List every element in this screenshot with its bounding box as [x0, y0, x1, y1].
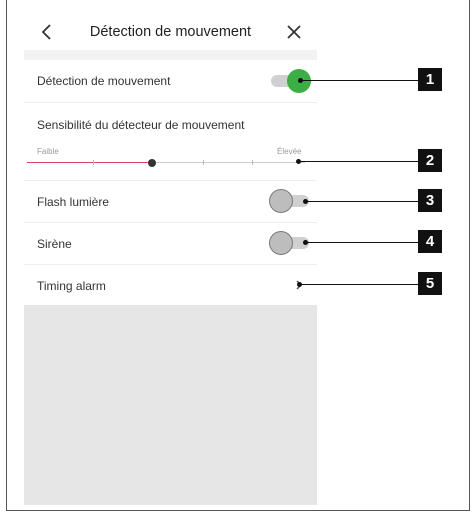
- timing-alarm-label: Timing alarm: [37, 279, 106, 293]
- toggle-knob: [269, 231, 293, 255]
- slider-thumb[interactable]: [148, 158, 157, 167]
- siren-row: Sirène: [24, 222, 317, 265]
- callout-badge-4: 4: [418, 230, 442, 253]
- flash-light-row: Flash lumière: [24, 180, 317, 223]
- flash-light-label: Flash lumière: [37, 195, 110, 209]
- callout-line: [300, 80, 418, 81]
- close-icon[interactable]: [283, 21, 305, 43]
- timing-alarm-row[interactable]: Timing alarm: [24, 264, 317, 305]
- motion-detection-label: Détection de mouvement: [37, 74, 171, 88]
- toggle-knob: [269, 189, 293, 213]
- empty-area: [24, 305, 317, 505]
- slider-fill: [27, 162, 153, 163]
- callout-badge-2: 2: [418, 149, 442, 172]
- callout-line: [298, 161, 418, 162]
- callout-badge-1: 1: [418, 68, 442, 91]
- slider-tick: [93, 160, 94, 165]
- page-title: Détection de mouvement: [89, 24, 252, 40]
- header-divider: [24, 50, 317, 60]
- app-header: Détection de mouvement: [24, 14, 317, 50]
- callout-line: [299, 284, 418, 285]
- sensitivity-label: Sensibilité du détecteur de mouvement: [37, 118, 245, 132]
- callout-line: [305, 201, 418, 202]
- callout-line: [305, 242, 418, 243]
- sensitivity-slider[interactable]: [27, 158, 305, 167]
- phone-screen: Détection de mouvement Détection de mouv…: [24, 14, 317, 505]
- callout-badge-3: 3: [418, 189, 442, 212]
- slider-min-label: Faible: [37, 147, 59, 156]
- sensitivity-row: Sensibilité du détecteur de mouvement: [24, 102, 317, 181]
- slider-tick: [252, 160, 253, 165]
- callout-badge-5: 5: [418, 272, 442, 295]
- slider-tick: [203, 160, 204, 165]
- siren-label: Sirène: [37, 237, 72, 251]
- motion-detection-row: Détection de mouvement: [24, 60, 317, 103]
- slider-max-label: Élevée: [277, 147, 302, 156]
